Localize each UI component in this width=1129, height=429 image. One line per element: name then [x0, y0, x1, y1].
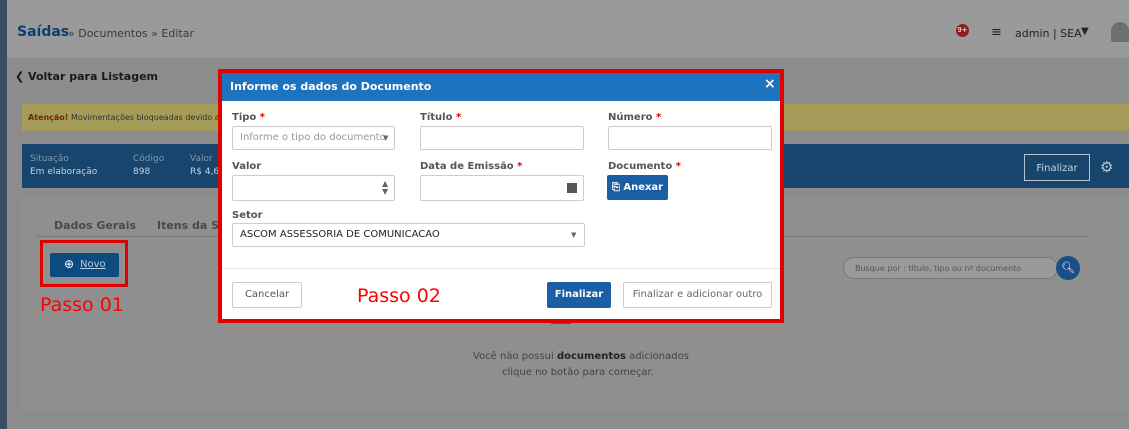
- warning-alert-text: Atenção! Movimentações bloqueadas devido…: [28, 113, 224, 122]
- step2-highlight: [218, 69, 784, 323]
- valor-label: Valor: [190, 154, 213, 164]
- notification-badge[interactable]: 9+: [956, 24, 969, 37]
- search-icon[interactable]: 🔍︎: [1056, 256, 1080, 280]
- user-menu[interactable]: admin | SEA: [1015, 27, 1082, 40]
- empty-hint: clique no botão para começar.: [502, 367, 654, 378]
- finalizar-top-button[interactable]: Finalizar: [1024, 154, 1090, 181]
- empty-bold: documentos: [556, 351, 626, 362]
- avatar[interactable]: [1111, 22, 1129, 42]
- alert-bold: Atenção!: [28, 113, 69, 122]
- gear-icon[interactable]: ⚙: [1100, 158, 1113, 176]
- codigo-value: 898: [133, 167, 151, 177]
- empty-post: adicionados: [625, 351, 689, 362]
- breadcrumb-root[interactable]: Saídas: [17, 24, 69, 40]
- empty-message: Você não possui documentos adicionados: [473, 351, 713, 362]
- situacao-label: Situação: [30, 154, 69, 164]
- chevron-left-icon: ❮: [15, 70, 29, 83]
- app-frame-edge: [0, 0, 7, 429]
- tab-dados-gerais[interactable]: Dados Gerais: [54, 219, 136, 232]
- valor-value: R$ 4,6: [190, 167, 220, 177]
- codigo-label: Código: [133, 154, 165, 164]
- empty-pre: Você não possui: [473, 351, 557, 362]
- alert-message: Movimentações bloqueadas devido a l: [68, 113, 225, 122]
- back-link-label: Voltar para Listagem: [28, 70, 159, 83]
- list-menu-icon[interactable]: ≡: [991, 25, 1002, 40]
- situacao-value: Em elaboração: [30, 167, 98, 177]
- search-input[interactable]: Busque por : título, tipo ou nº document…: [843, 257, 1058, 279]
- step1-highlight: [40, 240, 128, 287]
- breadcrumb-trail: » Documentos » Editar: [68, 27, 194, 40]
- caret-down-icon[interactable]: ▼: [1081, 26, 1089, 37]
- step1-annotation: Passo 01: [40, 294, 124, 316]
- back-link[interactable]: ❮ Voltar para Listagem: [15, 70, 158, 83]
